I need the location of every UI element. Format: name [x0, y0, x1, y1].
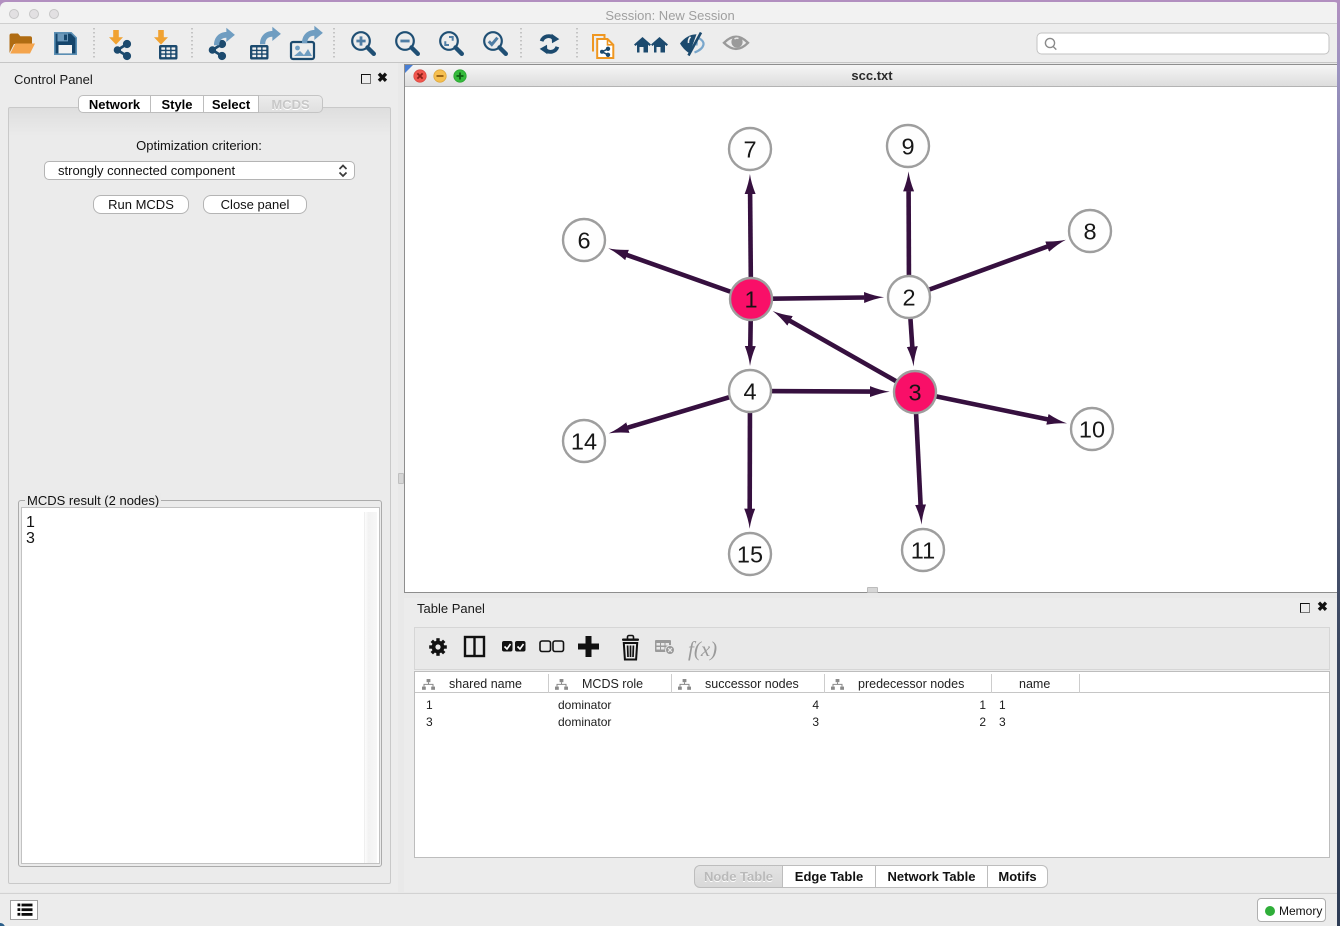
- svg-text:1: 1: [744, 286, 757, 312]
- svg-text:7: 7: [743, 136, 756, 162]
- svg-text:15: 15: [737, 541, 763, 567]
- svg-text:11: 11: [911, 537, 935, 563]
- svg-text:3: 3: [908, 379, 921, 405]
- svg-text:14: 14: [571, 428, 597, 454]
- svg-text:f(x): f(x): [688, 637, 717, 661]
- svg-text:9: 9: [901, 133, 914, 159]
- svg-text:4: 4: [743, 378, 756, 404]
- svg-text:8: 8: [1083, 218, 1096, 244]
- svg-text:6: 6: [577, 227, 590, 253]
- svg-text:10: 10: [1079, 416, 1105, 442]
- svg-text:2: 2: [902, 284, 915, 310]
